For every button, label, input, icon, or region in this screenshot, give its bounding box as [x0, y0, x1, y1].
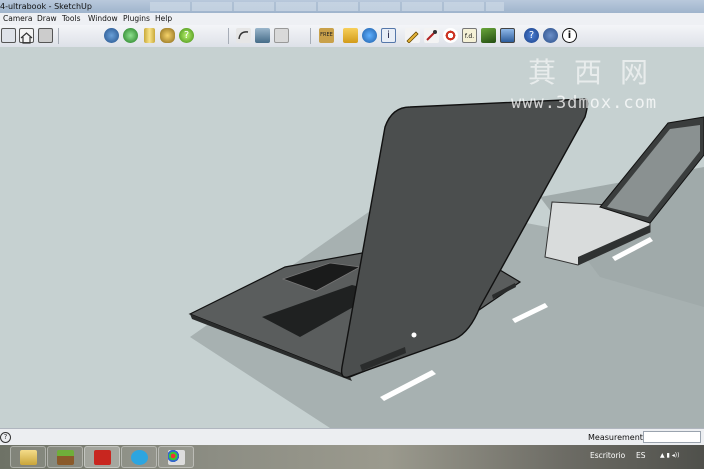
taskbar-sketchup[interactable]: [84, 446, 120, 468]
windows-taskbar: Escritorio ES ▲ ▮ ◂)): [0, 445, 704, 469]
title-bar: 4-ultrabook - SketchUp: [0, 0, 704, 14]
status-help-icon[interactable]: ?: [0, 432, 11, 443]
menu-window[interactable]: Window: [88, 13, 118, 25]
taskbar-paint[interactable]: [158, 446, 194, 468]
minecraft-icon: [57, 450, 74, 465]
menu-bar: Camera Draw Tools Window Plugins Help: [0, 13, 704, 25]
paint-roller-icon[interactable]: [255, 28, 270, 43]
globe-icon[interactable]: [123, 28, 138, 43]
tray-icons[interactable]: ▲ ▮ ◂)): [660, 451, 679, 461]
language-indicator[interactable]: ES: [636, 451, 646, 461]
undo-icon[interactable]: [236, 28, 251, 43]
earth-icon[interactable]: [362, 28, 377, 43]
help-question-icon[interactable]: ?: [524, 28, 539, 43]
menu-camera[interactable]: Camera: [3, 13, 32, 25]
laptop-logo: [411, 332, 417, 338]
watermark-chinese: 萁西网: [528, 56, 667, 89]
menu-tools[interactable]: Tools: [62, 13, 80, 25]
folder-icon[interactable]: [343, 28, 358, 43]
fd-icon[interactable]: f.d.: [462, 28, 477, 43]
file-explorer-icon: [20, 450, 37, 465]
window-title: 4-ultrabook - SketchUp: [0, 2, 92, 11]
menu-plugins[interactable]: Plugins: [123, 13, 150, 25]
watermark-url: www.3dmox.com: [511, 93, 658, 113]
toolbar-separator: [310, 28, 311, 44]
measurements-label: Measurements: [588, 433, 648, 442]
view-iso-icon[interactable]: [1, 28, 16, 43]
paint-icon: [168, 450, 185, 465]
walk-icon[interactable]: [160, 28, 175, 43]
sketchup-free-icon[interactable]: FREE: [319, 28, 334, 43]
cylinder-icon[interactable]: [144, 28, 155, 43]
eyedropper-icon[interactable]: [424, 28, 439, 43]
eraser-icon[interactable]: [274, 28, 289, 43]
sketchup-icon: [94, 450, 111, 465]
toolbar: ? FREE i f.d. ? i: [0, 25, 704, 48]
toolbar-separator: [58, 28, 59, 44]
desktop-toolbar-label[interactable]: Escritorio: [590, 451, 625, 461]
taskbar-skype[interactable]: [121, 446, 157, 468]
info-icon[interactable]: i: [381, 28, 396, 43]
target-icon[interactable]: [443, 28, 458, 43]
taskbar-file-explorer[interactable]: [10, 446, 46, 468]
monitor-icon[interactable]: [500, 28, 515, 43]
fern-icon[interactable]: [481, 28, 496, 43]
orbit-icon[interactable]: [104, 28, 119, 43]
menu-help[interactable]: Help: [155, 13, 172, 25]
measurements-input[interactable]: [643, 431, 701, 443]
view-top-icon[interactable]: [19, 28, 34, 44]
pencil-icon[interactable]: [405, 28, 420, 44]
taskbar-minecraft[interactable]: [47, 446, 83, 468]
info-circle-icon[interactable]: i: [562, 28, 577, 43]
camera-icon[interactable]: [543, 28, 558, 43]
toolbar-separator: [228, 28, 229, 44]
skype-icon: [131, 450, 148, 465]
view-front-icon[interactable]: [38, 28, 53, 43]
green-help-icon[interactable]: ?: [179, 28, 194, 43]
model-viewport[interactable]: 萁西网 www.3dmox.com: [0, 47, 704, 428]
menu-draw[interactable]: Draw: [37, 13, 57, 25]
status-bar: ? Measurements: [0, 428, 704, 446]
background-window-tabs: [150, 2, 504, 11]
